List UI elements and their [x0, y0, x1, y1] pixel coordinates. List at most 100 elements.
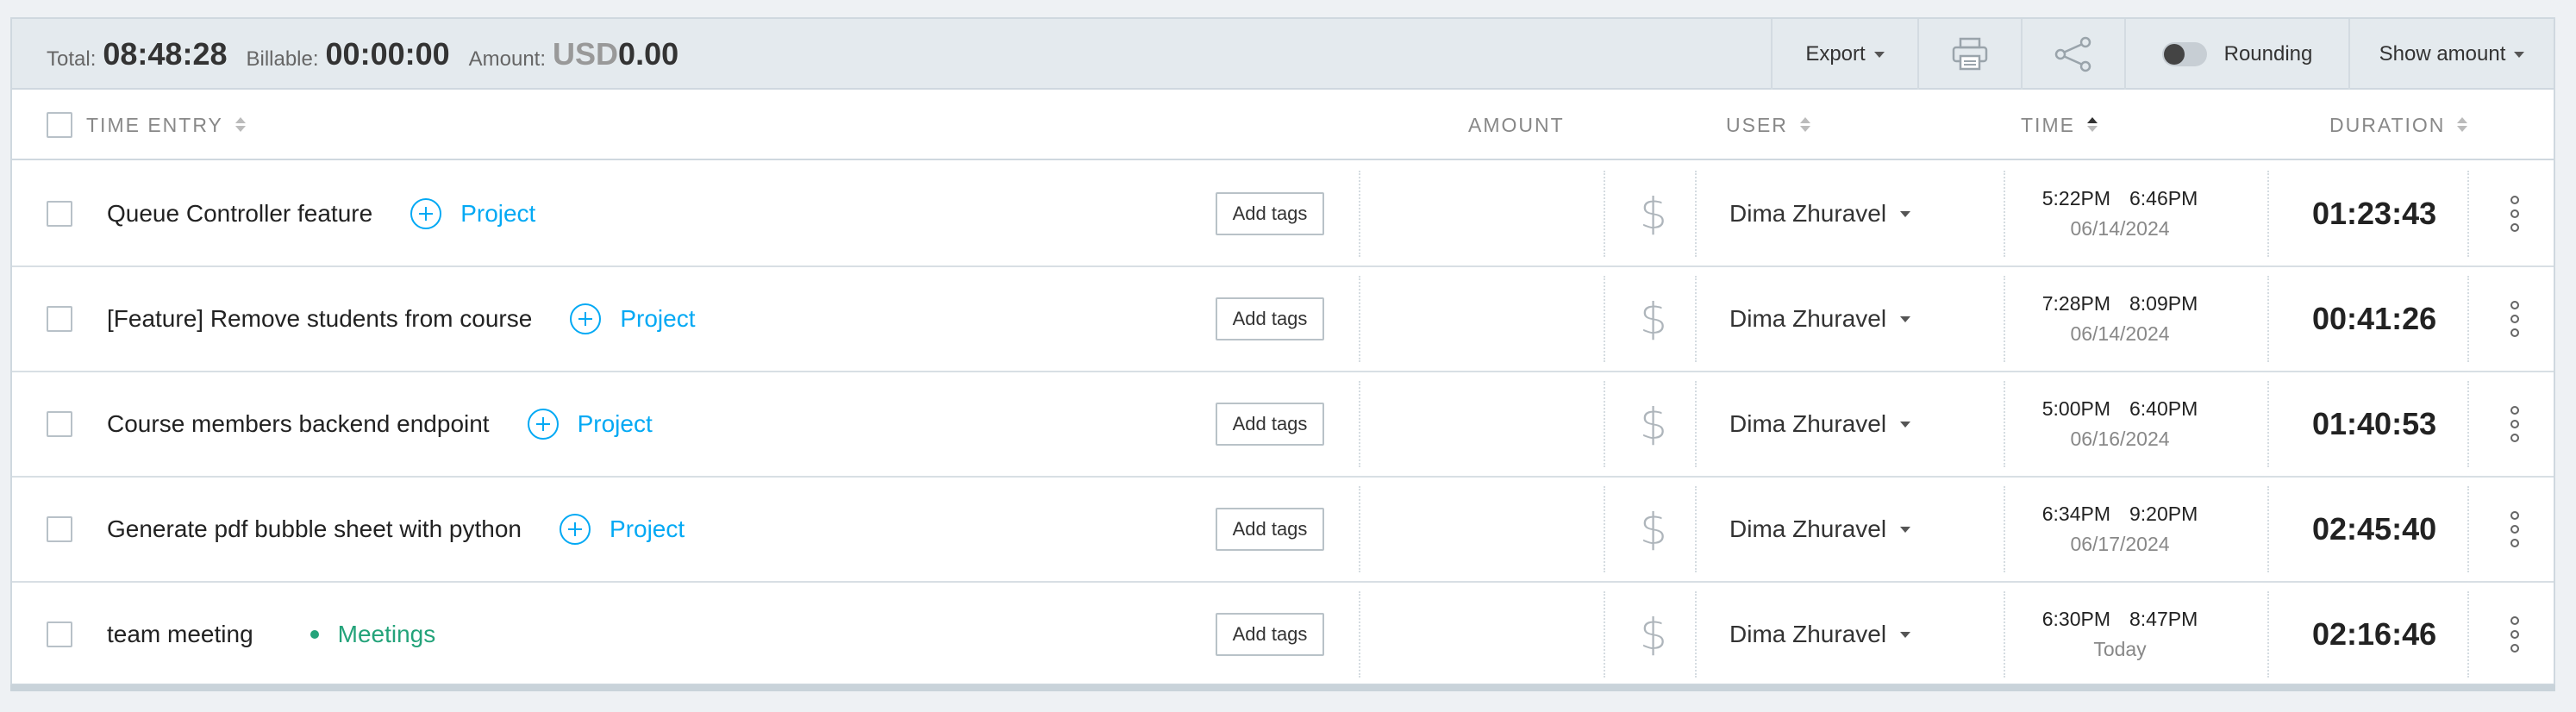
share-button[interactable]: [2021, 19, 2124, 90]
user-cell[interactable]: Dima Zhuravel: [1729, 267, 1911, 371]
time-range: 5:00PM 6:40PM 06/16/2024: [2029, 397, 2210, 451]
billable-dollar-icon[interactable]: $: [1640, 609, 1667, 659]
entry-description[interactable]: team meeting: [107, 621, 253, 648]
billable-dollar-icon[interactable]: $: [1640, 294, 1667, 344]
select-all-checkbox[interactable]: [47, 112, 72, 138]
start-time: 6:34PM: [2041, 503, 2110, 525]
add-tags-button[interactable]: Add tags: [1216, 192, 1324, 235]
column-time[interactable]: TIME: [2021, 90, 2098, 160]
chevron-down-icon: [2514, 51, 2525, 58]
chevron-down-icon: [1873, 51, 1885, 58]
time-cell[interactable]: 5:00PM 6:40PM 06/16/2024: [2029, 372, 2210, 476]
time-cell[interactable]: 7:28PM 8:09PM 06/14/2024: [2029, 267, 2210, 371]
entry-duration[interactable]: 02:45:40: [2312, 511, 2436, 547]
rounding-toggle[interactable]: Rounding: [2124, 19, 2348, 90]
entry-duration[interactable]: 01:40:53: [2312, 406, 2436, 442]
time-start-end: 6:34PM 9:20PM: [2042, 503, 2198, 526]
entry-date: 06/14/2024: [2070, 322, 2170, 345]
entry-date: 06/17/2024: [2070, 533, 2170, 555]
summary-bar: Total: 08:48:28 Billable: 00:00:00 Amoun…: [12, 19, 2554, 90]
divider: [2267, 171, 2269, 257]
divider: [1604, 171, 1605, 257]
billable-value: 00:00:00: [325, 36, 450, 72]
entry-duration[interactable]: 01:23:43: [2312, 196, 2436, 232]
billable-dollar-icon[interactable]: $: [1640, 504, 1667, 554]
divider: [1604, 276, 1605, 362]
export-dropdown[interactable]: Export: [1771, 19, 1917, 90]
project-picker[interactable]: Meetings: [309, 621, 436, 648]
column-time-entry[interactable]: TIME ENTRY: [86, 90, 246, 160]
chevron-down-icon: [1900, 526, 1911, 533]
project-picker[interactable]: Project: [410, 198, 535, 229]
time-cell[interactable]: 6:34PM 9:20PM 06/17/2024: [2029, 478, 2210, 581]
more-options-icon[interactable]: [2510, 301, 2519, 337]
menu-cell: [2510, 372, 2519, 476]
entry-duration[interactable]: 02:16:46: [2312, 616, 2436, 653]
divider: [2267, 381, 2269, 467]
divider: [1695, 276, 1697, 362]
add-tags-button[interactable]: Add tags: [1216, 403, 1324, 446]
entry-description[interactable]: [Feature] Remove students from course: [107, 305, 532, 333]
project-name: Meetings: [337, 621, 436, 647]
more-options-icon[interactable]: [2510, 511, 2519, 547]
row-checkbox[interactable]: [47, 621, 72, 647]
user-cell[interactable]: Dima Zhuravel: [1729, 478, 1911, 581]
entry-description[interactable]: Queue Controller feature: [107, 200, 372, 228]
project-label: Project: [610, 515, 685, 542]
project-picker[interactable]: Project: [560, 514, 685, 545]
time-cell[interactable]: 6:30PM 8:47PM Today: [2029, 583, 2210, 686]
divider: [2004, 591, 2005, 678]
time-start-end: 5:22PM 6:46PM: [2042, 187, 2198, 210]
tags-cell: Add tags: [1216, 267, 1324, 371]
total-label: Total:: [47, 47, 97, 71]
end-time: 8:47PM: [2129, 608, 2198, 630]
menu-cell: [2510, 162, 2519, 265]
billable-cell: $: [1640, 267, 1667, 371]
share-icon: [2054, 36, 2091, 72]
user-cell[interactable]: Dima Zhuravel: [1729, 372, 1911, 476]
table-row: Course members backend endpoint Project …: [12, 372, 2554, 478]
print-button[interactable]: [1917, 19, 2021, 90]
add-tags-button[interactable]: Add tags: [1216, 508, 1324, 551]
time-cell[interactable]: 5:22PM 6:46PM 06/14/2024: [2029, 162, 2210, 265]
row-checkbox[interactable]: [47, 516, 72, 542]
show-amount-dropdown[interactable]: Show amount: [2348, 19, 2554, 90]
more-options-icon[interactable]: [2510, 196, 2519, 232]
project-picker[interactable]: Project: [527, 409, 653, 440]
add-tags-button[interactable]: Add tags: [1216, 297, 1324, 340]
billable-label: Billable:: [246, 47, 319, 71]
chevron-down-icon: [1900, 315, 1911, 322]
row-checkbox[interactable]: [47, 306, 72, 332]
billable-dollar-icon[interactable]: $: [1640, 399, 1667, 449]
table-row: team meeting Meetings Add tags $ Dima Zh…: [12, 583, 2554, 688]
divider: [2467, 276, 2469, 362]
divider: [2004, 171, 2005, 257]
billable-dollar-icon[interactable]: $: [1640, 189, 1667, 239]
add-tags-button[interactable]: Add tags: [1216, 613, 1324, 656]
user-cell[interactable]: Dima Zhuravel: [1729, 583, 1911, 686]
row-checkbox[interactable]: [47, 201, 72, 227]
start-time: 5:00PM: [2041, 397, 2110, 420]
project-picker[interactable]: Project: [570, 303, 695, 334]
row-checkbox[interactable]: [47, 411, 72, 437]
divider: [1359, 486, 1360, 572]
column-time-entry-label: TIME ENTRY: [86, 113, 223, 136]
tags-cell: Add tags: [1216, 583, 1324, 686]
duration-cell: 02:45:40: [2312, 478, 2436, 581]
description-cell: Generate pdf bubble sheet with python Pr…: [107, 478, 685, 581]
column-duration[interactable]: DURATION: [2329, 90, 2468, 160]
column-duration-label: DURATION: [2329, 113, 2446, 136]
user-cell[interactable]: Dima Zhuravel: [1729, 162, 1911, 265]
sort-icon: [1799, 117, 1810, 133]
end-time: 6:40PM: [2129, 397, 2198, 420]
divider: [2267, 276, 2269, 362]
entry-description[interactable]: Generate pdf bubble sheet with python: [107, 515, 522, 543]
entry-description[interactable]: Course members backend endpoint: [107, 410, 490, 438]
row-checkbox-cell: [47, 267, 72, 371]
column-user[interactable]: USER: [1726, 90, 1810, 160]
entry-duration[interactable]: 00:41:26: [2312, 301, 2436, 337]
rounding-switch[interactable]: [2161, 42, 2207, 66]
more-options-icon[interactable]: [2510, 616, 2519, 653]
start-time: 7:28PM: [2041, 292, 2110, 315]
more-options-icon[interactable]: [2510, 406, 2519, 442]
